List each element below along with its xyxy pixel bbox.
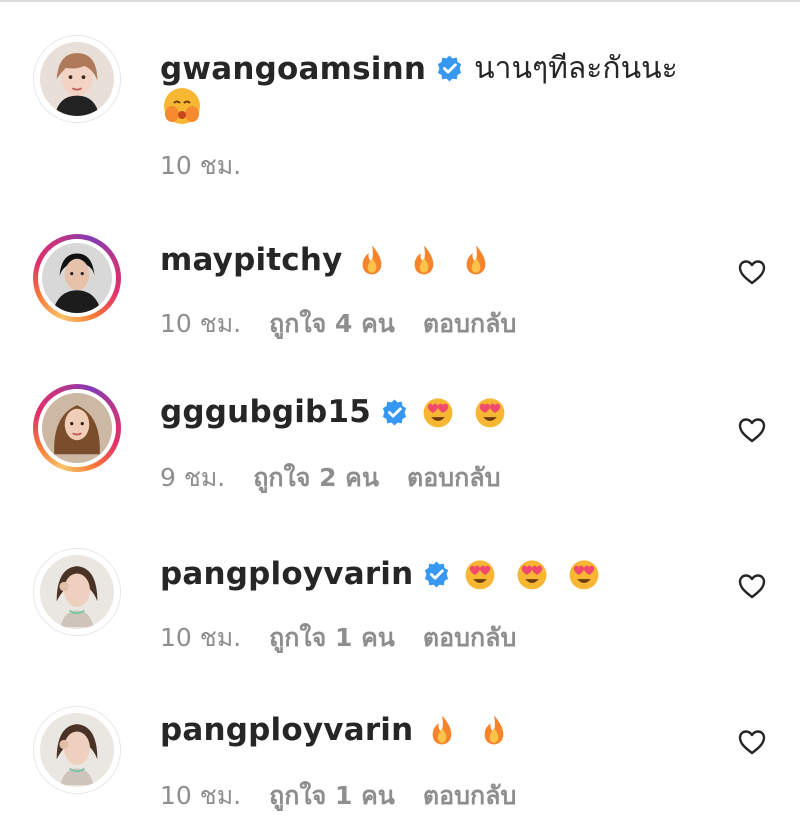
avatar[interactable] xyxy=(33,548,121,636)
username[interactable]: pangployvarin xyxy=(160,712,413,748)
reply-button[interactable]: ตอบกลับ xyxy=(423,304,516,344)
timestamp[interactable]: 9 ชม. xyxy=(160,458,225,498)
comment-item: pangployvarin 10 ชม. ถูกใจ 1 คน ตอบกลับ xyxy=(0,676,800,826)
verified-badge-icon xyxy=(422,560,451,589)
heart-eyes-icon xyxy=(567,557,601,591)
heart-eyes-icon xyxy=(421,395,455,429)
like-count[interactable]: ถูกใจ 1 คน xyxy=(269,618,395,658)
comment-text: นานๆทีละกันนะ xyxy=(474,51,678,86)
comment-item: maypitchy 10 ชม. ถูกใจ 4 คน ตอบกลับ xyxy=(0,200,800,350)
like-count[interactable]: ถูกใจ 2 คน xyxy=(253,458,379,498)
fire-icon xyxy=(459,243,493,277)
like-count[interactable]: ถูกใจ 4 คน xyxy=(269,304,395,344)
heart-outline-icon[interactable] xyxy=(736,570,768,602)
fire-icon xyxy=(425,713,459,747)
timestamp[interactable]: 10 ชม. xyxy=(160,304,241,344)
fire-icon xyxy=(407,243,441,277)
comment-item: gwangoamsinn นานๆทีละกันนะ 10 ชม. xyxy=(0,0,800,180)
heart-eyes-icon xyxy=(463,557,497,591)
username[interactable]: gwangoamsinn xyxy=(160,51,426,87)
reply-button[interactable]: ตอบกลับ xyxy=(423,618,516,658)
emoji-group xyxy=(463,557,601,591)
reply-button[interactable]: ตอบกลับ xyxy=(407,458,500,498)
fire-icon xyxy=(477,713,511,747)
verified-badge-icon xyxy=(435,54,464,83)
heart-outline-icon[interactable] xyxy=(736,726,768,758)
heart-outline-icon[interactable] xyxy=(736,256,768,288)
username[interactable]: pangployvarin xyxy=(160,556,413,592)
emoji-group xyxy=(421,395,507,429)
timestamp[interactable]: 10 ชม. xyxy=(160,618,241,658)
like-count[interactable]: ถูกใจ 1 คน xyxy=(269,776,395,816)
blushing-hands-emoji-icon xyxy=(162,86,202,126)
timestamp[interactable]: 10 ชม. xyxy=(160,146,241,186)
comment-item: gggubgib15 9 ชม. ถูกใจ 2 คน ตอบกลับ xyxy=(0,350,800,500)
avatar-story-ring[interactable] xyxy=(33,384,121,472)
avatar[interactable] xyxy=(33,35,121,123)
username[interactable]: maypitchy xyxy=(160,242,343,278)
heart-eyes-icon xyxy=(515,557,549,591)
username[interactable]: gggubgib15 xyxy=(160,394,371,430)
comment-item: pangployvarin 10 ชม. ถูกใจ 1 คน ตอบกลับ xyxy=(0,520,800,670)
avatar-story-ring[interactable] xyxy=(33,234,121,322)
timestamp[interactable]: 10 ชม. xyxy=(160,776,241,816)
emoji-group xyxy=(425,713,511,747)
reply-button[interactable]: ตอบกลับ xyxy=(423,776,516,816)
heart-eyes-icon xyxy=(473,395,507,429)
heart-outline-icon[interactable] xyxy=(736,414,768,446)
emoji-group xyxy=(355,243,493,277)
verified-badge-icon xyxy=(380,398,409,427)
avatar[interactable] xyxy=(33,706,121,794)
fire-icon xyxy=(355,243,389,277)
